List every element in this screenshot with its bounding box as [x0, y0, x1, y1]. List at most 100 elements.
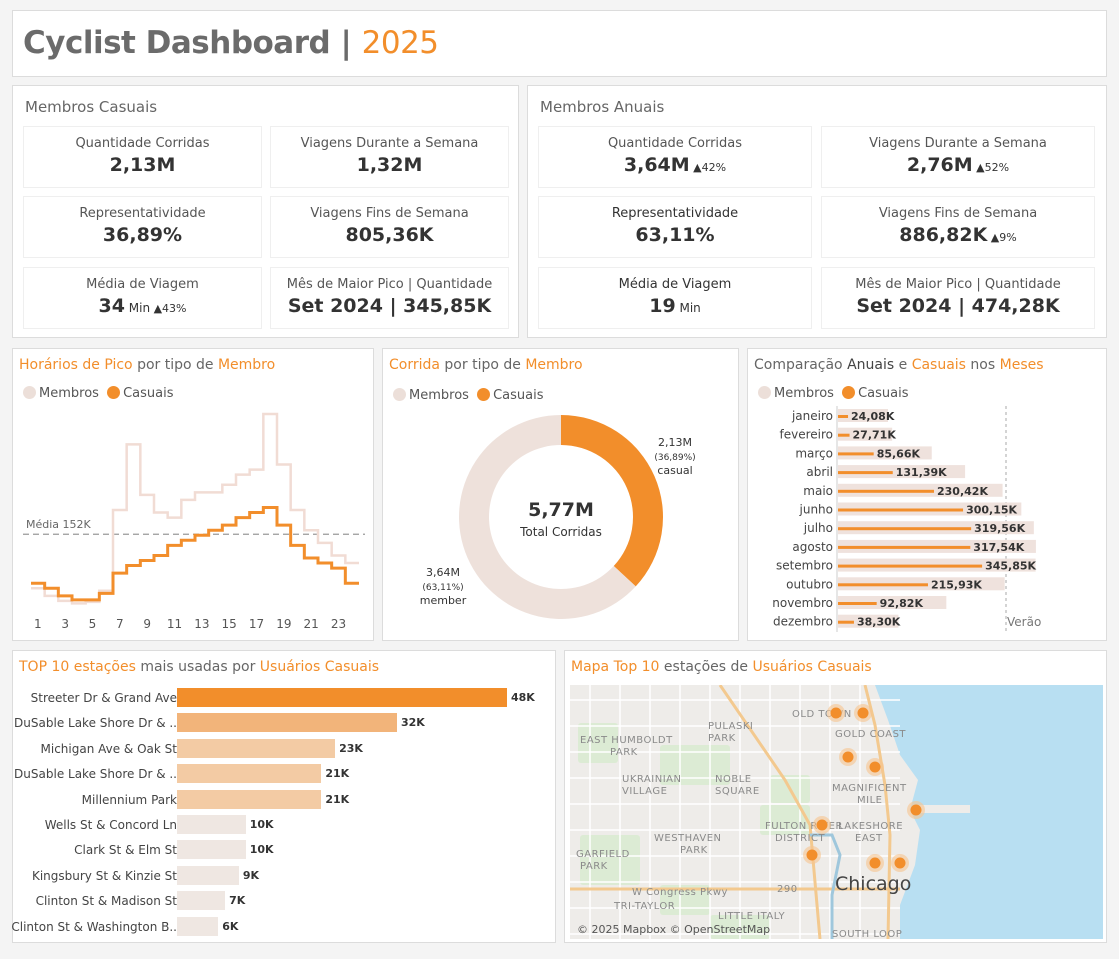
casual-value-label: 230,42K — [937, 485, 988, 498]
month-label: dezembro — [773, 615, 833, 629]
kpi-card: Quantidade Corridas 2,13M — [23, 126, 262, 188]
kpi-value: 19 Min — [539, 295, 811, 317]
casual-bar — [838, 602, 877, 605]
casual-value-label: 27,71K — [853, 429, 897, 442]
station-row: Kingsbury St & Kinzie St 9K — [13, 865, 553, 886]
kpi-annual-title: Membros Anuais — [540, 98, 665, 116]
casual-bar — [838, 564, 983, 568]
kpi-value: 2,13M — [24, 154, 261, 176]
station-bar — [177, 713, 397, 733]
kpi-delta: ▲42% — [689, 161, 727, 174]
casual-value-label: 345,85K — [985, 560, 1036, 573]
station-marker — [842, 751, 854, 763]
map-label: TRI-TAYLOR — [613, 901, 675, 912]
map-label: FULTON RIVER — [765, 821, 843, 832]
monthly-chart: Verão janeiro 24,08K fevereiro 27,71K março 85… — [772, 406, 1041, 632]
header-panel: Cyclist Dashboard | 2025 — [12, 10, 1107, 77]
map-label: EAST HUMBOLDT — [580, 735, 673, 746]
kpi-label: Representatividade — [611, 206, 739, 221]
kpi-value-number: 3,64M — [623, 154, 690, 176]
map-label: UKRAINIAN — [622, 774, 681, 785]
casual-bar — [838, 508, 964, 512]
station-bar — [177, 891, 226, 911]
map-label: PULASKI — [708, 721, 753, 732]
kpi-value: 805,36K — [271, 224, 508, 246]
kpi-unit: Min — [675, 301, 701, 315]
title-year: 2025 — [361, 25, 439, 61]
station-name: Clinton St & Madison St — [35, 894, 177, 909]
kpi-card: Média de Viagem 34 Min ▲43% — [23, 267, 262, 329]
map-label: WESTHAVEN — [654, 833, 722, 844]
casual-value-label: 24,08K — [851, 410, 895, 423]
station-name: Clinton St & Washington B.. — [11, 919, 177, 934]
casual-value-label: 215,93K — [931, 578, 982, 591]
month-label: outubro — [786, 577, 833, 591]
x-tick-label: 23 — [331, 617, 346, 631]
kpi-label: Representatividade — [79, 206, 206, 221]
month-label: fevereiro — [780, 428, 834, 442]
station-marker — [910, 804, 922, 816]
casual-bar — [838, 527, 972, 531]
month-label: março — [795, 446, 833, 460]
month-label: julho — [803, 521, 833, 535]
stations-title: TOP 10 estações mais usadas por Usuários… — [19, 659, 380, 675]
x-tick-label: 11 — [167, 617, 182, 631]
series-line-membros — [31, 412, 359, 605]
kpi-value: Set 2024 | 345,85K — [271, 295, 508, 317]
station-bar — [177, 916, 219, 936]
station-marker — [857, 707, 869, 719]
x-tick-label: 9 — [143, 617, 151, 631]
month-label: abril — [806, 465, 833, 479]
casual-value-label: 92,82K — [880, 597, 924, 610]
casual-bar — [838, 620, 854, 624]
station-row: Millennium Park 21K — [13, 789, 553, 810]
station-name: Millennium Park — [81, 792, 177, 807]
kpi-label: Viagens Durante a Semana — [300, 136, 479, 151]
map-label: MAGNIFICENT — [832, 783, 907, 794]
kpi-label: Quantidade Corridas — [75, 136, 210, 151]
kpi-label: Média de Viagem — [618, 277, 732, 292]
kpi-card: Mês de Maior Pico | Quantidade Set 2024 |… — [821, 267, 1095, 329]
donut-chart: 5,77M Total Corridas 2,13M (36,89%)casual 3,… — [420, 415, 696, 619]
map-label: LITTLE ITALY — [718, 911, 785, 922]
station-row: DuSable Lake Shore Dr & .. 21K — [13, 764, 553, 784]
kpi-card: Média de Viagem 19 Min — [538, 267, 812, 329]
kpi-label: Viagens Fins de Semana — [310, 206, 469, 221]
station-bar — [177, 840, 246, 860]
top-stations-panel: TOP 10 estações mais usadas por Usuários… — [11, 650, 556, 943]
station-bar — [177, 789, 322, 809]
kpi-value-number: Set 2024 | 345,85K — [287, 295, 492, 317]
x-tick-label: 3 — [61, 617, 69, 631]
x-tick-label: 1 — [34, 617, 42, 631]
station-bar — [177, 815, 246, 834]
stations-map[interactable]: OLD TOWNGOLD COASTPULASKIPARKEAST HUMBOL… — [570, 685, 1103, 939]
station-row: DuSable Lake Shore Dr & .. 32K — [13, 713, 553, 733]
station-row: Clark St & Elm St 10K — [13, 840, 553, 860]
station-name: Wells St & Concord Ln — [44, 818, 177, 832]
map-panel: Mapa Top 10 estações de Usuários Casuais… — [564, 650, 1107, 943]
casual-value-label: 319,56K — [974, 522, 1025, 535]
kpi-value-number: Set 2024 | 474,28K — [856, 295, 1060, 317]
x-tick-label: 5 — [89, 617, 97, 631]
station-value: 21K — [325, 767, 350, 781]
station-row: Wells St & Concord Ln 10K — [13, 815, 553, 835]
station-marker — [894, 857, 906, 869]
station-bar — [177, 865, 239, 885]
monthly-comparison-panel: Comparação Anuais e Casuais nos Meses Me… — [747, 348, 1107, 641]
kpi-value: 36,89% — [24, 224, 261, 246]
station-value: 9K — [242, 868, 260, 882]
kpi-card: Viagens Durante a Semana 1,32M — [270, 126, 509, 188]
casual-bar — [838, 415, 849, 418]
map-label: VILLAGE — [622, 786, 667, 797]
peak-hours-panel: Horários de Pico por tipo de Membro Memb… — [12, 348, 374, 641]
casual-bar — [838, 583, 928, 587]
map-title: Mapa Top 10 estações de Usuários Casuais — [571, 659, 872, 675]
station-value: 23K — [339, 741, 363, 755]
kpi-delta: ▲43% — [150, 302, 187, 315]
average-label: Média 152K — [26, 518, 92, 531]
map-label: PARK — [680, 845, 708, 856]
kpi-card: Quantidade Corridas 3,64M ▲42% — [538, 126, 812, 188]
casual-value-label: 317,54K — [973, 541, 1024, 554]
kpi-value-number: 1,32M — [356, 154, 423, 176]
kpi-card: Representatividade 36,89% — [23, 196, 262, 258]
